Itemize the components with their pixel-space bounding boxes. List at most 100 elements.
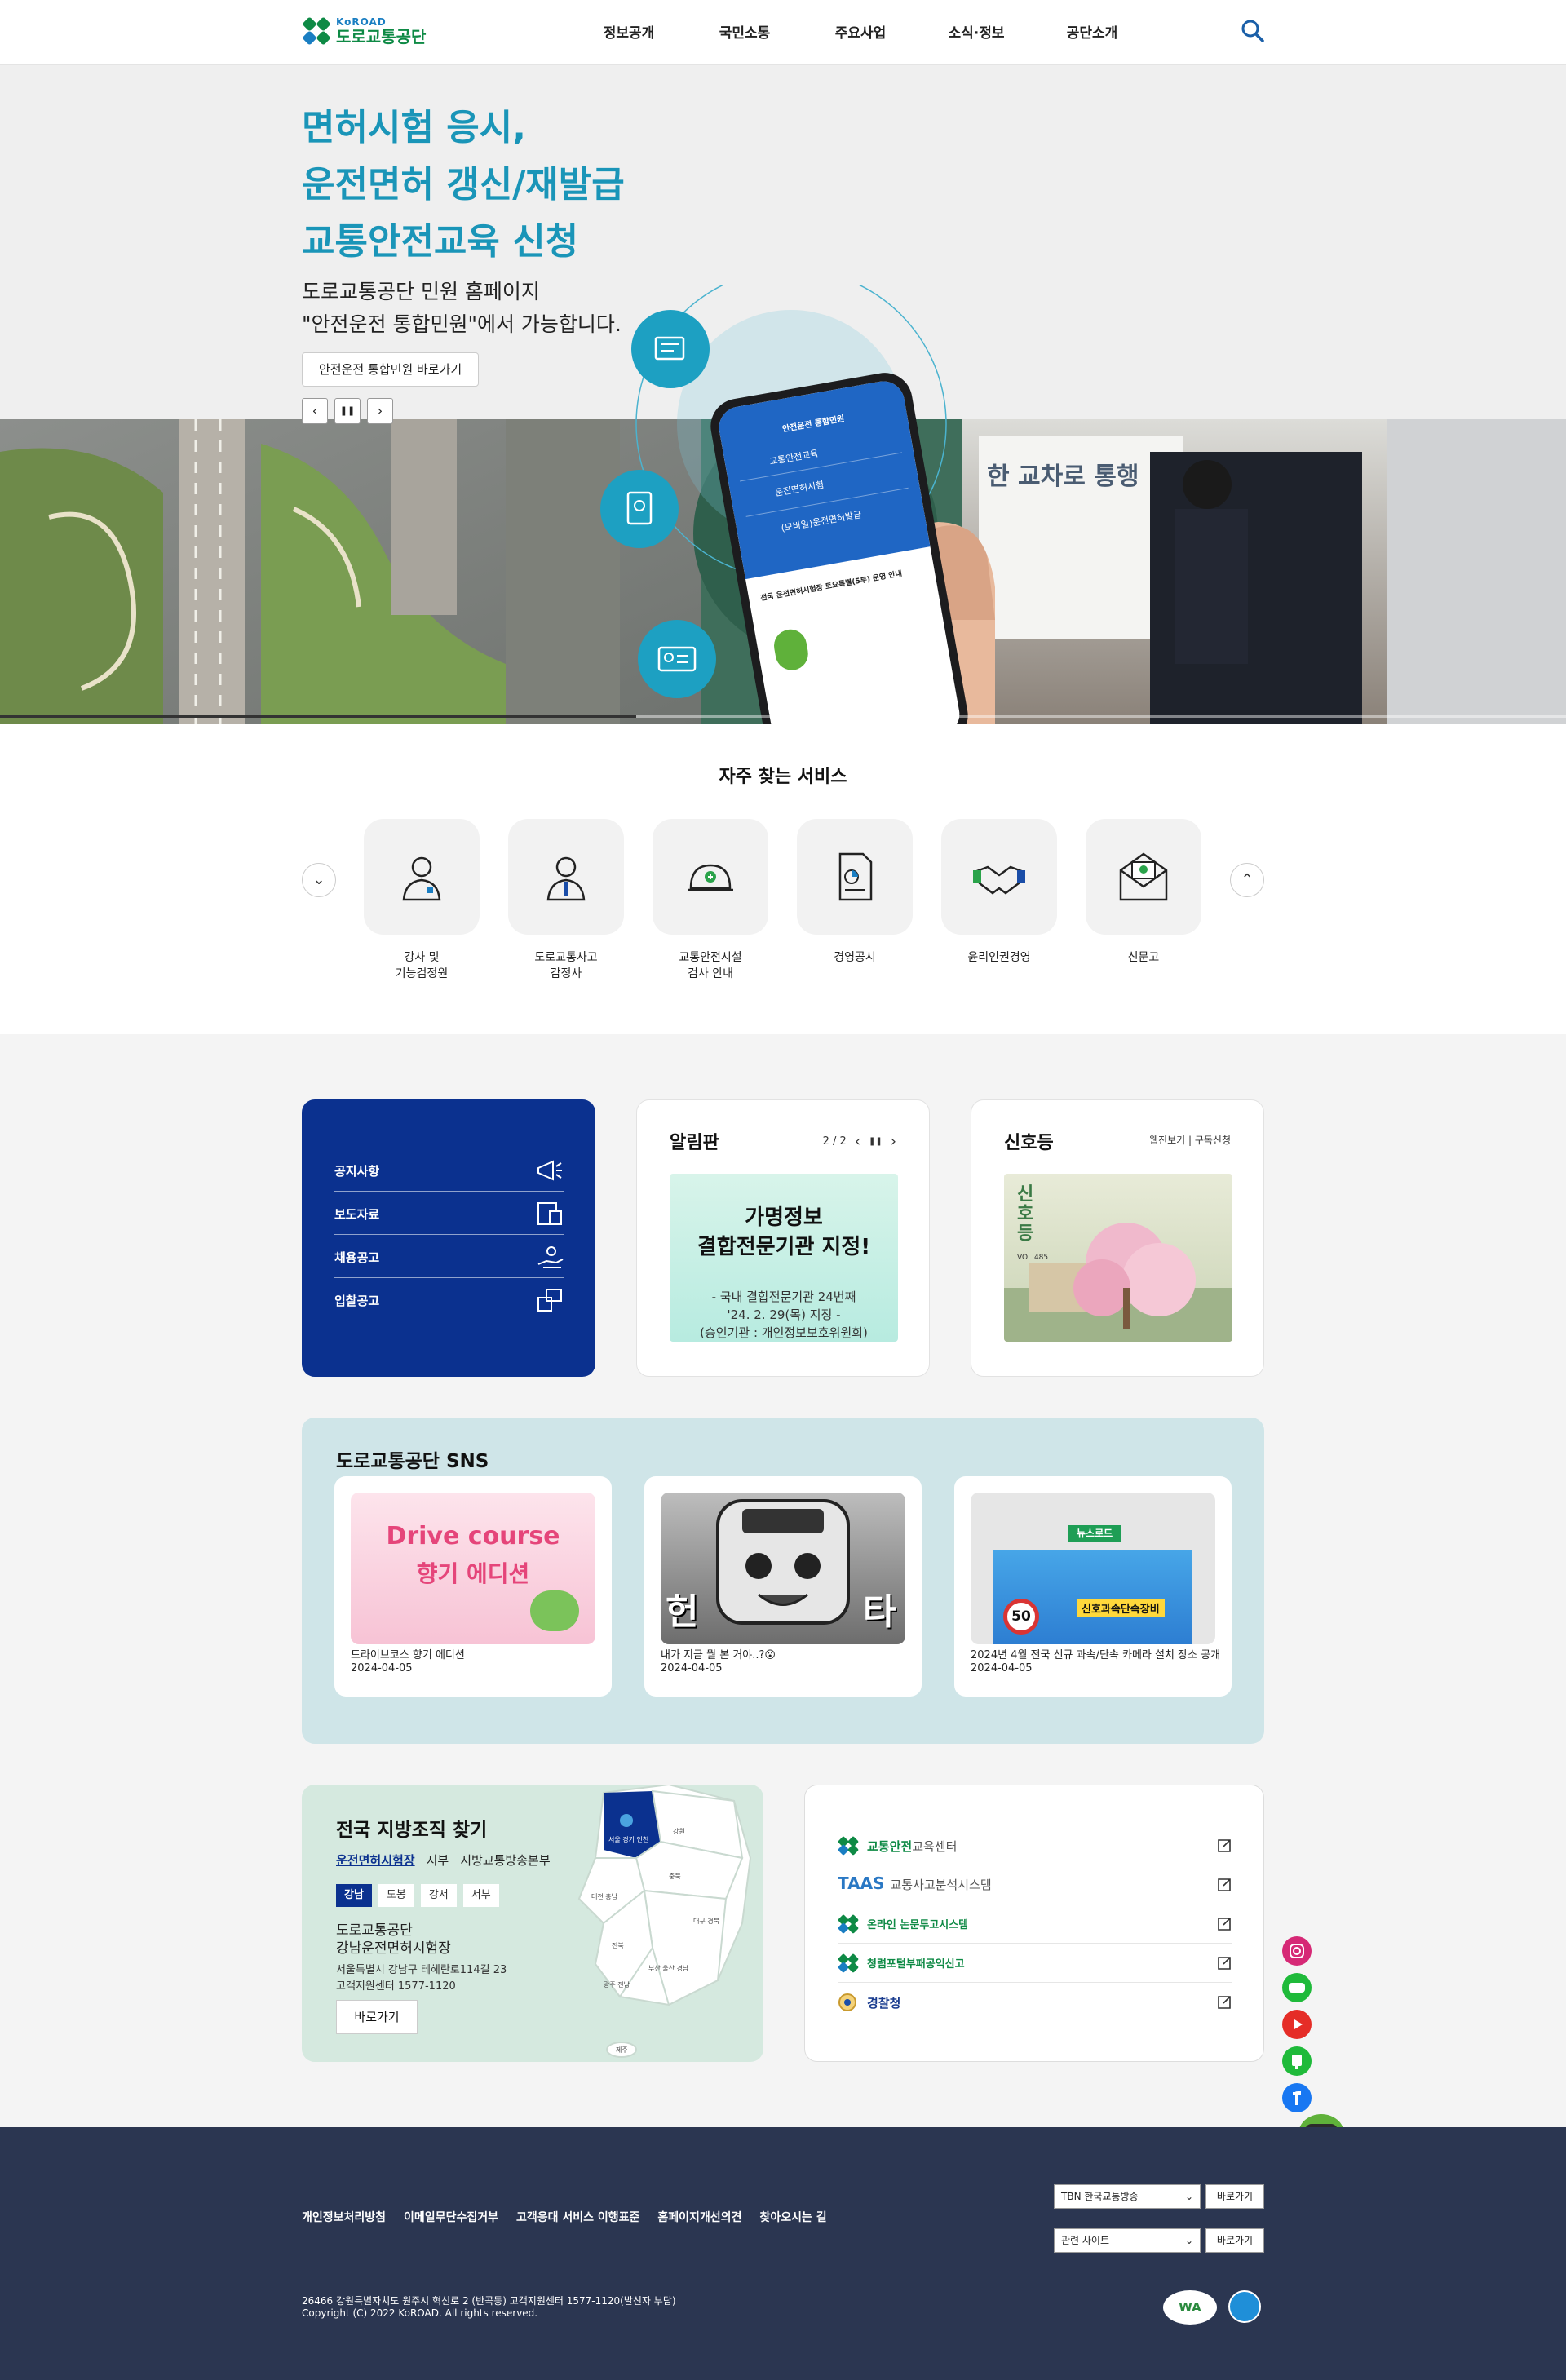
sns-caption: 드라이브코스 향기 에디션	[351, 1649, 465, 1661]
hero-pause-button[interactable]: ❚❚	[334, 398, 361, 424]
alarm-pager: 2 / 2 ‹ ❚❚ ›	[823, 1133, 896, 1150]
nav-about[interactable]: 공단소개	[1034, 21, 1150, 42]
koroad-mark-icon	[838, 1953, 859, 1973]
blog-icon[interactable]	[1282, 1973, 1312, 2002]
service-label: 교통안전시설	[679, 951, 742, 964]
related-site-go-button[interactable]: 바로가기	[1205, 2228, 1264, 2253]
link-integrity-portal[interactable]: 청렴포털부패공익신고	[838, 1944, 1232, 1983]
signal-cover-title: 신호등	[1017, 1184, 1034, 1244]
sns-caption: 2024년 4월 전국 신규 과속/단속 카메라 설치 장소 공개	[971, 1649, 1221, 1661]
nav-news-info[interactable]: 소식·정보	[918, 21, 1034, 42]
kakao-channel-icon[interactable]	[1282, 2046, 1312, 2076]
link-sub: 교통사고분석시스템	[890, 1878, 992, 1892]
link-label: 경찰청	[867, 1996, 901, 2011]
sns-date: 2024-04-05	[971, 1662, 1033, 1674]
tab-broadcast[interactable]: 지방교통방송본부	[460, 1851, 550, 1869]
service-item[interactable]: 강사 및 기능검정원	[364, 819, 480, 982]
footer-link-directions[interactable]: 찾아오시는 길	[759, 2209, 826, 2225]
footer-link-email-refusal[interactable]: 이메일무단수집거부	[404, 2209, 498, 2225]
service-item[interactable]: 신문고	[1086, 819, 1201, 966]
region-name-line: 도로교통공단	[336, 1922, 413, 1939]
service-item[interactable]: 도로교통사고 감정사	[508, 819, 624, 982]
hero-link-button[interactable]: 안전운전 통합민원 바로가기	[302, 352, 480, 387]
link-police[interactable]: 경찰청	[838, 1983, 1232, 2022]
menu-press[interactable]: 보도자료	[334, 1192, 564, 1235]
footer-link-feedback[interactable]: 홈페이지개선의견	[657, 2209, 741, 2225]
menu-label: 채용공고	[334, 1250, 380, 1265]
nav-communication[interactable]: 국민소통	[687, 21, 803, 42]
nav-main-business[interactable]: 주요사업	[803, 21, 918, 42]
pill-dobong[interactable]: 도봉	[378, 1884, 414, 1907]
sns-thumb-headline: Drive course	[386, 1522, 560, 1551]
handshake-icon	[973, 865, 1025, 895]
service-item[interactable]: 교통안전시설 검사 안내	[652, 819, 768, 982]
service-label: 윤리인권경영	[967, 951, 1031, 964]
region-finder-card: 서울 경기 인천 강원 충북 대전 충남 대구 경북 전북 부산 울산 경남 광…	[302, 1785, 763, 2062]
service-label: 강사 및	[404, 951, 440, 964]
sns-post[interactable]: 헌 타 내가 지금 뭘 본 거야..?😮 2024-04-05	[644, 1476, 922, 1697]
tbn-go-button[interactable]: 바로가기	[1205, 2184, 1264, 2209]
tab-license-center[interactable]: 운전면허시험장	[336, 1851, 415, 1869]
footer-link-service-standard[interactable]: 고객응대 서비스 이행표준	[516, 2209, 639, 2225]
footer-copyright: Copyright (C) 2022 KoROAD. All rights re…	[302, 2307, 538, 2319]
alarm-board-image[interactable]: 가명정보 결합전문기관 지정! - 국내 결합전문기관 24번째 '24. 2.…	[670, 1174, 898, 1342]
map-label: 강원	[673, 1827, 685, 1835]
sns-thumbnail: 뉴스로드 50 신호과속단속장비	[971, 1493, 1215, 1644]
nav-info-disclosure[interactable]: 정보공개	[571, 21, 687, 42]
map-label: 대구 경북	[693, 1917, 719, 1925]
chevron-left-icon[interactable]: ‹	[855, 1133, 860, 1150]
link-taas[interactable]: TAAS 교통사고분석시스템	[838, 1865, 1232, 1904]
chevron-down-icon: ⌄	[1184, 2235, 1193, 2246]
menu-label: 공지사항	[334, 1164, 380, 1179]
service-item[interactable]: 경영공시	[797, 819, 913, 966]
signal-cover-image[interactable]: 신호등 VOL.485	[1004, 1174, 1232, 1342]
signal-links[interactable]: 웹진보기 | 구독신청	[1149, 1133, 1231, 1147]
chevron-up-icon[interactable]: ⌃	[1230, 863, 1264, 897]
youtube-icon[interactable]	[1282, 2010, 1312, 2039]
alarm-page-indicator: 2 / 2	[822, 1135, 847, 1148]
koroad-logo[interactable]: KoROAD 도로교통공단	[302, 16, 426, 46]
related-site-select[interactable]: 관련 사이트 ⌄	[1054, 2228, 1201, 2253]
appraiser-icon	[546, 856, 586, 901]
region-addr-line: 고객지원센터 1577-1120	[336, 1980, 456, 1993]
link-education-center[interactable]: 교통안전교육센터	[838, 1826, 1232, 1865]
certification-badge-icon	[1228, 2290, 1261, 2323]
service-item[interactable]: 윤리인권경영	[941, 819, 1057, 966]
megaphone-icon	[537, 1160, 562, 1181]
alarm-board-title: 알림판	[670, 1133, 719, 1153]
pill-gangseo[interactable]: 강서	[420, 1884, 457, 1907]
link-label: 온라인 논문투고시스템	[867, 1919, 969, 1931]
region-pills: 강남 도봉 강서 서부	[336, 1884, 499, 1907]
chevron-right-icon[interactable]: ›	[891, 1133, 896, 1150]
link-paper-system[interactable]: 온라인 논문투고시스템	[838, 1904, 1232, 1944]
police-emblem-icon	[838, 1993, 856, 2011]
search-icon[interactable]	[1240, 18, 1266, 44]
menu-recruit[interactable]: 채용공고	[334, 1235, 564, 1278]
hero-next-button[interactable]: ›	[367, 398, 393, 424]
menu-notice[interactable]: 공지사항	[334, 1148, 564, 1192]
instagram-icon[interactable]	[1282, 1936, 1312, 1966]
pause-icon[interactable]: ❚❚	[869, 1137, 883, 1146]
map-label: 서울 경기 인천	[608, 1835, 648, 1843]
region-title: 전국 지방조직 찾기	[336, 1820, 488, 1841]
footer-link-privacy[interactable]: 개인정보처리방침	[302, 2209, 386, 2225]
hero-prev-button[interactable]: ‹	[302, 398, 328, 424]
pill-gangnam[interactable]: 강남	[336, 1884, 372, 1907]
region-go-button[interactable]: 바로가기	[336, 2000, 418, 2034]
facebook-icon[interactable]	[1282, 2083, 1312, 2112]
chevron-down-icon[interactable]: ⌄	[302, 863, 336, 897]
service-bubble-license-icon	[600, 470, 679, 548]
menu-bid[interactable]: 입찰공고	[334, 1278, 564, 1321]
pill-seobu[interactable]: 서부	[462, 1884, 499, 1907]
map-label: 전북	[612, 1941, 624, 1949]
external-link-icon	[1218, 1839, 1231, 1852]
sns-post[interactable]: 뉴스로드 50 신호과속단속장비 2024년 4월 전국 신규 과속/단속 카메…	[954, 1476, 1232, 1697]
wa-certification-badge: WA	[1163, 2290, 1217, 2325]
hero-title-line: 교통안전교육 신청	[302, 221, 579, 263]
tab-branch[interactable]: 지부	[427, 1851, 449, 1869]
sns-thumb-label: 신호과속단속장비	[1077, 1599, 1165, 1617]
sns-post[interactable]: Drive course 향기 에디션 드라이브코스 향기 에디션 2024-0…	[334, 1476, 612, 1697]
select-value: 관련 사이트	[1061, 2235, 1110, 2246]
logo-en: KoROAD	[336, 16, 387, 28]
tbn-select[interactable]: TBN 한국교통방송 ⌄	[1054, 2184, 1201, 2209]
